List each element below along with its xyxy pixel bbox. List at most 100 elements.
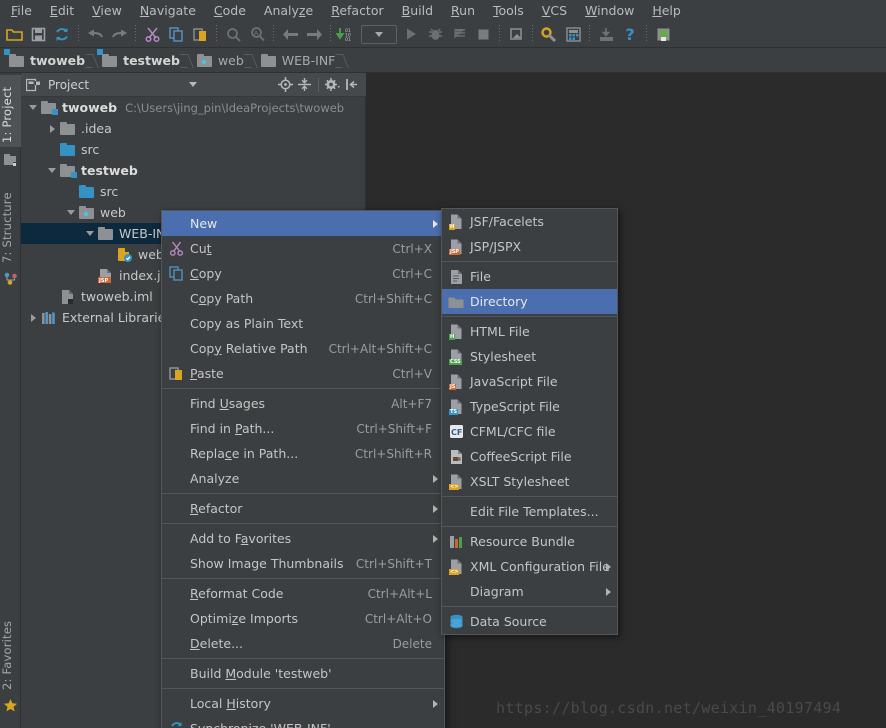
cut-icon[interactable]	[140, 22, 164, 46]
context-menu-item-refactor[interactable]: Refactor	[162, 496, 444, 521]
context-menu-item-new[interactable]: New	[162, 211, 444, 236]
chevron-down-icon[interactable]	[65, 206, 78, 219]
menu-refactor[interactable]: Refactor	[322, 1, 392, 21]
menu-icon-placeholder	[162, 496, 190, 521]
coverage-icon[interactable]	[447, 22, 471, 46]
context-menu-item-delete[interactable]: Delete... Delete	[162, 631, 444, 656]
help-icon[interactable]: ?	[618, 22, 642, 46]
find-icon[interactable]	[221, 22, 245, 46]
new-submenu-item-file[interactable]: File	[442, 264, 617, 289]
menu-vcs[interactable]: VCS	[533, 1, 576, 21]
menu-code[interactable]: Code	[205, 1, 255, 21]
context-menu-item-optimize-imports[interactable]: Optimize Imports Ctrl+Alt+O	[162, 606, 444, 631]
project-view-chevron-down-icon[interactable]	[189, 82, 198, 87]
menu-help[interactable]: Help	[643, 1, 690, 21]
breadcrumb-twoweb[interactable]: twoweb	[4, 48, 88, 71]
new-submenu-item-typescript-file[interactable]: TS TypeScript File	[442, 394, 617, 419]
copy-icon[interactable]	[164, 22, 188, 46]
context-menu-item-synchronize-web-inf[interactable]: Synchronize 'WEB-INF'	[162, 716, 444, 728]
new-submenu-item-jsp-jspx[interactable]: JSP JSP/JSPX	[442, 234, 617, 259]
stop-icon[interactable]	[471, 22, 495, 46]
tree-node-testweb[interactable]: testweb	[21, 160, 366, 181]
context-menu[interactable]: New Cut Ctrl+X Copy Ctrl+C Copy Path Ctrl+Shif…	[161, 210, 445, 728]
forward-icon[interactable]	[302, 22, 326, 46]
new-submenu-item-html-file[interactable]: H HTML File	[442, 319, 617, 344]
menu-view[interactable]: View	[83, 1, 131, 21]
context-menu-item-copy-path[interactable]: Copy Path Ctrl+Shift+C	[162, 286, 444, 311]
menu-tools[interactable]: Tools	[484, 1, 533, 21]
menu-build[interactable]: Build	[393, 1, 442, 21]
run-icon[interactable]	[399, 22, 423, 46]
debug-icon[interactable]	[423, 22, 447, 46]
new-submenu-item-resource-bundle[interactable]: Resource Bundle	[442, 529, 617, 554]
menu-edit[interactable]: Edit	[41, 1, 83, 21]
new-submenu-item-cfml-cfc-file[interactable]: CF CFML/CFC file	[442, 419, 617, 444]
sidebar-item-favorites[interactable]: 2: Favorites	[0, 608, 21, 694]
chevron-right-icon[interactable]	[27, 311, 40, 324]
chevron-right-icon[interactable]	[46, 122, 59, 135]
back-icon[interactable]	[278, 22, 302, 46]
context-menu-item-find-in-path[interactable]: Find in Path... Ctrl+Shift+F	[162, 416, 444, 441]
context-menu-item-local-history[interactable]: Local History	[162, 691, 444, 716]
context-menu-item-show-image-thumbnails[interactable]: Show Image Thumbnails Ctrl+Shift+T	[162, 551, 444, 576]
context-menu-item-cut[interactable]: Cut Ctrl+X	[162, 236, 444, 261]
chevron-down-icon[interactable]	[84, 227, 97, 240]
undo-icon[interactable]	[83, 22, 107, 46]
synchronize-icon[interactable]	[50, 22, 74, 46]
new-submenu-item-directory[interactable]: Directory	[442, 289, 617, 314]
context-menu-item-add-to-favorites[interactable]: Add to Favorites	[162, 526, 444, 551]
context-menu-item-copy[interactable]: Copy Ctrl+C	[162, 261, 444, 286]
sidebar-item-project[interactable]: 1: Project	[0, 75, 21, 147]
new-submenu-item-xml-configuration-file[interactable]: <> XML Configuration File	[442, 554, 617, 579]
breadcrumb-web-inf[interactable]: WEB-INF	[256, 50, 339, 71]
menu-analyze[interactable]: Analyze	[255, 1, 322, 21]
deploy-icon[interactable]	[594, 22, 618, 46]
open-project-icon[interactable]	[2, 22, 26, 46]
settings-icon[interactable]	[537, 22, 561, 46]
new-submenu-item-data-source[interactable]: Data Source	[442, 609, 617, 634]
new-submenu-item-coffeescript-file[interactable]: CoffeeScript File	[442, 444, 617, 469]
new-submenu-item-stylesheet[interactable]: CSS Stylesheet	[442, 344, 617, 369]
paste-icon[interactable]	[188, 22, 212, 46]
chevron-down-icon[interactable]	[27, 101, 40, 114]
settings-gear-icon[interactable]	[323, 75, 342, 94]
breadcrumb-testweb[interactable]: testweb	[97, 48, 183, 71]
context-menu-item-build-module-testweb[interactable]: Build Module 'testweb'	[162, 661, 444, 686]
menu-file[interactable]: File	[2, 1, 41, 21]
new-submenu-item-javascript-file[interactable]: JS JavaScript File	[442, 369, 617, 394]
context-menu-item-paste[interactable]: Paste Ctrl+V	[162, 361, 444, 386]
database-icon[interactable]	[651, 22, 675, 46]
save-all-icon[interactable]	[26, 22, 50, 46]
tree-node--idea[interactable]: .idea	[21, 118, 366, 139]
sidebar-item-structure[interactable]: 7: Structure	[0, 181, 21, 267]
context-menu-item-find-usages[interactable]: Find Usages Alt+F7	[162, 391, 444, 416]
compile-icon[interactable]: 01 10 01	[335, 22, 359, 46]
context-menu-item-analyze[interactable]: Analyze	[162, 466, 444, 491]
context-menu-item-copy-relative-path[interactable]: Copy Relative Path Ctrl+Alt+Shift+C	[162, 336, 444, 361]
context-menu-item-reformat-code[interactable]: Reformat Code Ctrl+Alt+L	[162, 581, 444, 606]
context-menu-item-replace-in-path[interactable]: Replace in Path... Ctrl+Shift+R	[162, 441, 444, 466]
hide-panel-icon[interactable]	[342, 75, 361, 94]
tree-node-twoweb[interactable]: twoweb C:\Users\jing_pin\IdeaProjects\two…	[21, 97, 366, 118]
new-submenu-item-jsf-facelets[interactable]: H JSF/Facelets	[442, 209, 617, 234]
breadcrumb-web[interactable]: web	[192, 50, 247, 71]
new-submenu[interactable]: H JSF/Facelets JSP JSP/JSPX File Directory H HT…	[441, 208, 618, 635]
replace-icon[interactable]: A	[245, 22, 269, 46]
project-structure-icon[interactable]	[561, 22, 585, 46]
menu-icon-placeholder	[162, 691, 190, 716]
update-project-icon[interactable]	[504, 22, 528, 46]
collapse-all-icon[interactable]	[295, 75, 314, 94]
tree-node-src[interactable]: src	[21, 181, 366, 202]
context-menu-item-copy-as-plain-text[interactable]: Copy as Plain Text	[162, 311, 444, 336]
run-configurations-dropdown[interactable]	[359, 22, 399, 46]
menu-navigate[interactable]: Navigate	[131, 1, 205, 21]
menu-run[interactable]: Run	[442, 1, 484, 21]
menu-window[interactable]: Window	[576, 1, 643, 21]
new-submenu-item-xslt-stylesheet[interactable]: <> XSLT Stylesheet	[442, 469, 617, 494]
tree-node-src[interactable]: src	[21, 139, 366, 160]
new-submenu-item-diagram[interactable]: Diagram	[442, 579, 617, 604]
chevron-down-icon[interactable]	[46, 164, 59, 177]
redo-icon[interactable]	[107, 22, 131, 46]
scroll-from-source-icon[interactable]	[276, 75, 295, 94]
new-submenu-item-edit-file-templates[interactable]: Edit File Templates...	[442, 499, 617, 524]
